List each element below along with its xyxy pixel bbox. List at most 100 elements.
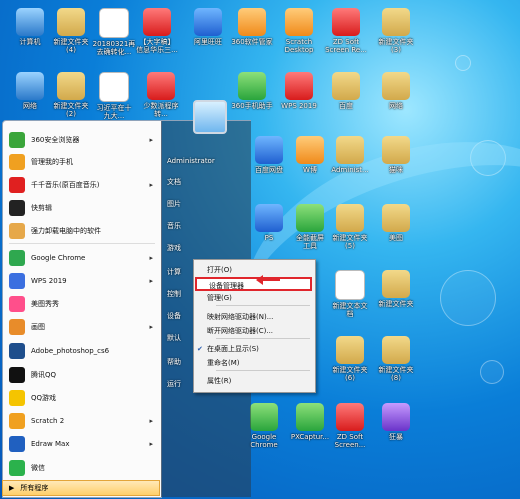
pdf-icon (147, 72, 175, 100)
start-place-item[interactable]: 默认 (167, 333, 181, 343)
start-menu-item[interactable]: Google Chrome ▸ (5, 247, 157, 269)
start-menu-item-label: Edraw Max (31, 440, 70, 448)
start-place-item[interactable]: 文档 (167, 177, 181, 187)
start-menu-item-label: QQ游戏 (31, 394, 57, 402)
all-programs-label: 所有程序 (20, 484, 49, 492)
desktop-icon[interactable]: 网络 (372, 72, 420, 110)
context-menu-item[interactable]: 映射网络驱动器(N)... (195, 310, 312, 324)
start-menu-item[interactable]: 千千音乐(原百度音乐) ▸ (5, 174, 157, 196)
start-place-item[interactable]: 帮助 (167, 357, 181, 367)
desktop-icon-label: 新建文件夹 (3) (378, 38, 414, 54)
desktop-icon[interactable]: Scratch Desktop (275, 8, 323, 54)
desktop-icon-label: 百度 (339, 102, 353, 110)
desktop-icon-label: WPS 2019 (281, 102, 317, 110)
uninstall-icon (9, 223, 25, 239)
folder-icon (336, 204, 364, 232)
start-place-item[interactable]: 设备 (167, 311, 181, 321)
folder-icon (57, 8, 85, 36)
desktop-icon[interactable]: 新建文件夹 (4) (47, 8, 95, 54)
start-place-item[interactable]: 图片 (167, 199, 181, 209)
desktop-icon[interactable]: 猫咪 (372, 136, 420, 174)
start-menu-item[interactable]: Adobe_photoshop_cs6 (5, 340, 157, 362)
desktop-icon[interactable]: 【大字稿】 信息华乐三... (133, 8, 181, 54)
start-menu-item[interactable]: 腾讯QQ (5, 364, 157, 386)
desktop-icon[interactable]: 百度 (322, 72, 370, 110)
desktop-icon-label: 美图 (389, 234, 403, 242)
start-menu-item[interactable]: 画图 ▸ (5, 316, 157, 338)
context-menu-item[interactable]: 打开(O) (195, 263, 312, 277)
start-menu-item[interactable]: 快剪辑 (5, 197, 157, 219)
desktop-icon[interactable]: 新建文件夹 (2) (47, 72, 95, 118)
start-menu-item[interactable]: 微信 (5, 457, 157, 479)
user-avatar[interactable] (193, 100, 227, 134)
desktop-icon[interactable]: 美图 (372, 204, 420, 242)
start-place-item[interactable]: Administrator (167, 157, 215, 165)
cat-folder-icon (382, 136, 410, 164)
start-place-item[interactable]: 游戏 (167, 243, 181, 253)
submenu-arrow-icon: ▸ (149, 277, 153, 285)
desktop-icon[interactable]: 新建文件夹 (8) (372, 336, 420, 382)
computer-icon (16, 8, 44, 36)
start-menu-item[interactable]: 强力卸载电脑中的软件 (5, 220, 157, 242)
desktop-icon[interactable]: 狂暴 (372, 403, 420, 441)
context-menu-item-label: 断开网络驱动器(C)... (207, 327, 274, 335)
start-menu-item[interactable]: QQ游戏 (5, 387, 157, 409)
desktop-icon-label: 网络 (389, 102, 403, 110)
start-place-item[interactable]: 计算 (167, 267, 181, 277)
desktop-icon-label: 360软件管家 (231, 38, 273, 46)
paint-icon (9, 319, 25, 335)
desktop-icon-label: 【大字稿】 信息华乐三... (136, 38, 178, 54)
pxcapture-icon (296, 403, 324, 431)
desktop-icon[interactable]: 360手机助手 (228, 72, 276, 110)
desktop-icon[interactable]: WPS 2019 (275, 72, 323, 110)
start-menu-item[interactable]: 360安全浏览器 ▸ (5, 129, 157, 151)
folder-icon (57, 72, 85, 100)
chrome-icon (9, 250, 25, 266)
desktop-icon[interactable]: 新建文本文 档 (326, 270, 374, 318)
start-place-item[interactable]: 音乐 (167, 221, 181, 231)
desktop-icon-label: 全能截屏 工具 (296, 234, 324, 250)
desktop-icon[interactable]: 新建文件夹 (6) (326, 336, 374, 382)
context-menu-item[interactable]: 属性(R) (195, 374, 312, 388)
bubble (480, 360, 504, 384)
start-menu-item[interactable]: WPS 2019 ▸ (5, 270, 157, 292)
screenshot-tool-icon (296, 204, 324, 232)
start-menu-programs: 360安全浏览器 ▸ 管理我的手机 千千音乐(原百度音乐) ▸ 快剪辑 强力卸载电脑中的软件… (2, 120, 162, 498)
start-menu-item[interactable]: 美图秀秀 (5, 293, 157, 315)
desktop-icon[interactable]: 习近平在十 九大... (90, 72, 138, 120)
desktop-icon-label: 新建文本文 档 (332, 302, 368, 318)
context-menu-item[interactable]: ✔ 在桌面上显示(S) (195, 342, 312, 356)
desktop-icon[interactable]: 新建文件夹 (5) (326, 204, 374, 250)
desktop-icon[interactable]: 新建文件夹 (372, 270, 420, 308)
desktop-icon[interactable]: 少数派程序 转... (137, 72, 185, 118)
start-menu-item-label: 管理我的手机 (31, 158, 73, 166)
desktop-icon-label: Google Chrome (250, 433, 278, 449)
start-menu-item[interactable]: Scratch 2 ▸ (5, 410, 157, 432)
desktop-icon[interactable]: ZD Soft Screen... (326, 403, 374, 449)
context-menu-item[interactable]: 重命名(M) (195, 356, 312, 370)
desktop-icon-label: 阿里旺旺 (194, 38, 222, 46)
folder-icon (382, 270, 410, 298)
context-menu-item[interactable]: 设备管理器 (195, 277, 312, 291)
start-menu-item[interactable]: Edraw Max ▸ (5, 433, 157, 455)
start-place-item[interactable]: 运行 (167, 379, 181, 389)
desktop-icon[interactable]: 20180321再 去确转化... (90, 8, 138, 56)
photoshop-icon (255, 204, 283, 232)
scratch-icon (285, 8, 313, 36)
context-menu-item[interactable]: 断开网络驱动器(C)... (195, 324, 312, 338)
start-place-item[interactable]: 控制 (167, 289, 181, 299)
folder-icon (382, 8, 410, 36)
start-menu-item-label: 360安全浏览器 (31, 136, 80, 144)
desktop-icon[interactable]: 360软件管家 (228, 8, 276, 46)
desktop-icon[interactable]: ZD Soft Screen Re... (322, 8, 370, 54)
desktop-icon[interactable]: 阿里旺旺 (184, 8, 232, 46)
start-menu-item[interactable]: 管理我的手机 (5, 151, 157, 173)
desktop-icon[interactable]: Administ... (326, 136, 374, 174)
start-menu-item-label: 微信 (31, 464, 45, 472)
desktop-icon[interactable]: 新建文件夹 (3) (372, 8, 420, 54)
all-programs-button[interactable]: ▶ 所有程序 (2, 480, 160, 496)
context-menu-item-label: 打开(O) (207, 266, 232, 274)
folder-icon (382, 336, 410, 364)
context-menu-item[interactable]: 管理(G) (195, 291, 312, 305)
menu-divider (216, 370, 310, 371)
